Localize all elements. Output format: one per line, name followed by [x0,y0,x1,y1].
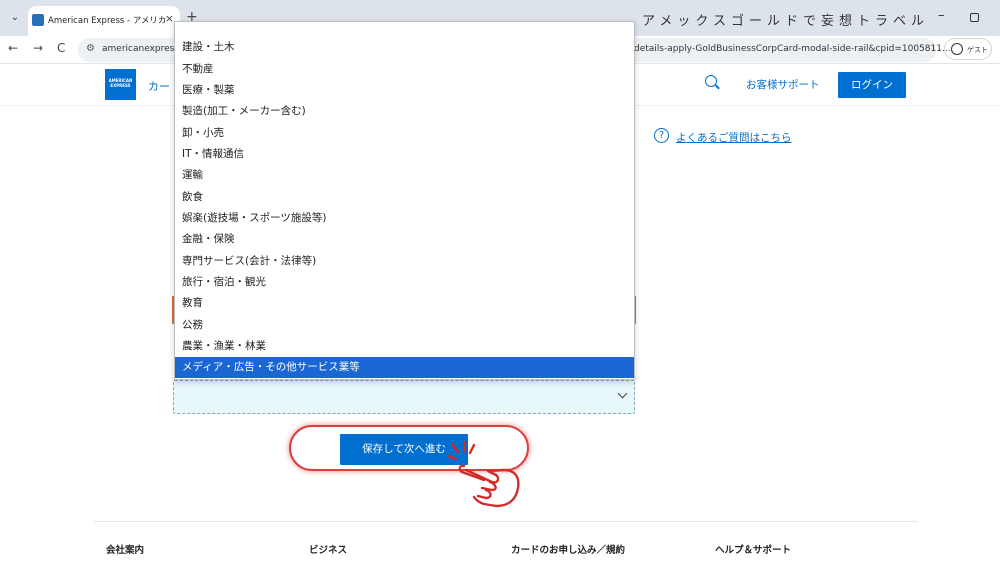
minimize-button[interactable]: – [938,8,945,23]
guest-label: ゲスト [967,46,988,54]
option-media[interactable]: メディア・広告・その他サービス業等 [175,357,634,378]
pointing-hand-icon [446,440,520,508]
maximize-button[interactable] [970,13,979,22]
footer-company[interactable]: 会社案内 [106,542,144,556]
tab-search-chevron-icon[interactable]: ⌄ [6,9,24,27]
footer-divider [94,521,918,522]
url-text-start: americanexpress. [102,44,182,54]
industry-select[interactable] [173,380,635,414]
login-button[interactable]: ログイン [838,72,906,98]
tab-close-icon[interactable]: × [165,12,174,25]
option-travel[interactable]: 旅行・宿泊・観光 [175,272,634,293]
url-text-end: details-apply-GoldBusinessCorpCard-modal… [634,44,951,54]
browser-tab[interactable]: American Express - アメリカン･エ × [28,6,180,36]
search-icon[interactable] [705,75,717,87]
option-it[interactable]: IT・情報通信 [175,144,634,165]
option-medical[interactable]: 医療・製薬 [175,80,634,101]
chevron-down-icon [617,388,628,399]
nav-card-link[interactable]: カー [148,78,170,94]
forward-button[interactable]: → [33,41,43,55]
window-title-overlay: アメックスゴールドで妄想トラベル [642,14,929,29]
footer-apply[interactable]: カードのお申し込み／規約 [511,542,625,556]
option-professional-services[interactable]: 専門サービス(会計・法律等) [175,251,634,272]
profile-icon [951,43,963,55]
option-food[interactable]: 飲食 [175,187,634,208]
amex-logo[interactable]: AMERICAN EXPRESS [105,69,136,100]
site-info-icon[interactable]: ⚙ [86,43,95,54]
option-construction[interactable]: 建設・土木 [175,37,634,58]
faq-label: よくあるご質問はこちら [676,132,792,144]
option-public-service[interactable]: 公務 [175,315,634,336]
option-entertainment[interactable]: 娯楽(遊技場・スポーツ施設等) [175,208,634,229]
footer-help[interactable]: ヘルプ＆サポート [715,542,791,556]
option-education[interactable]: 教育 [175,293,634,314]
option-agriculture[interactable]: 農業・漁業・林業 [175,336,634,357]
footer-business[interactable]: ビジネス [309,542,347,556]
option-manufacturing[interactable]: 製造(加工・メーカー含む) [175,101,634,122]
reload-button[interactable]: C [57,41,65,55]
question-icon: ? [654,128,669,143]
option-finance[interactable]: 金融・保険 [175,229,634,250]
option-transport[interactable]: 運輸 [175,165,634,186]
amex-favicon-icon [32,14,44,26]
industry-dropdown-list[interactable]: 建設・土木 不動産 医療・製薬 製造(加工・メーカー含む) 卸・小売 IT・情報… [174,21,635,380]
option-real-estate[interactable]: 不動産 [175,59,634,80]
guest-profile-button[interactable]: ゲスト [944,38,992,60]
back-button[interactable]: ← [8,41,18,55]
support-link[interactable]: お客様サポート [746,77,820,92]
option-wholesale-retail[interactable]: 卸・小売 [175,123,634,144]
tab-title: American Express - アメリカン･エ [48,16,166,26]
